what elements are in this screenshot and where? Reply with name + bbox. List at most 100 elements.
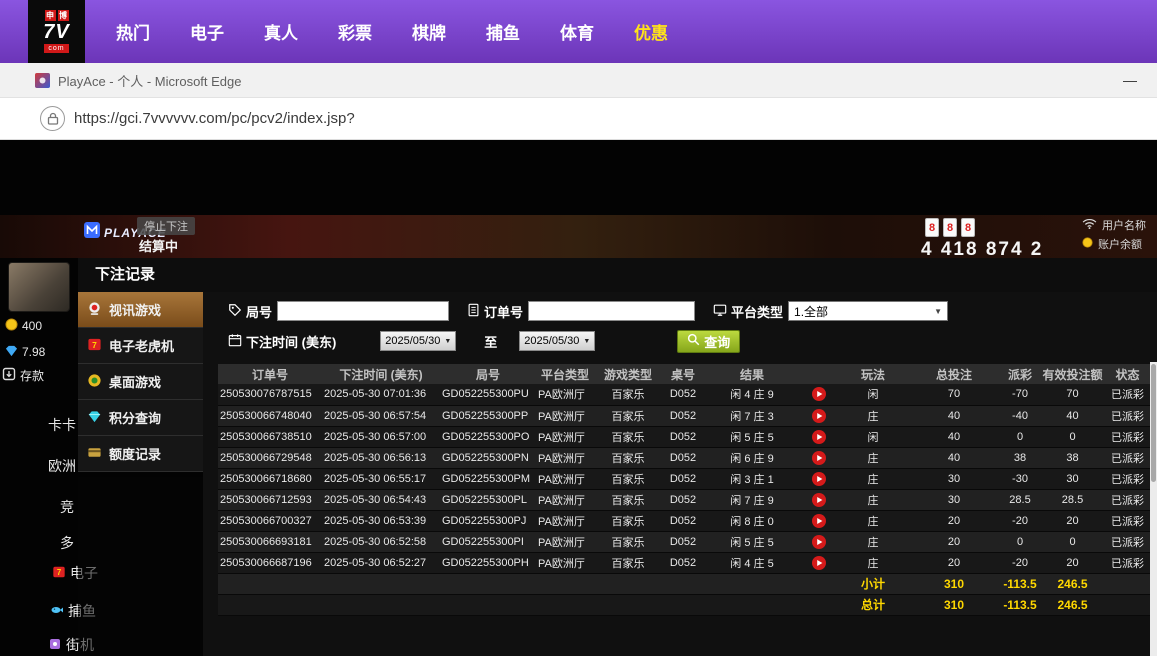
cell-replay — [800, 468, 838, 489]
cell-bet-type: 庄 — [838, 405, 908, 426]
date-to-select[interactable]: 2025/05/30 ▼ — [519, 331, 595, 351]
table-row: 2505300767875152025-05-30 07:01:36GD0522… — [218, 384, 1150, 405]
play-button[interactable] — [812, 556, 826, 570]
grand-total-row: 总计310-113.5246.5 — [218, 594, 1150, 615]
logo-domain: com — [44, 44, 68, 53]
points-icon — [87, 409, 102, 427]
coin-icon — [1082, 237, 1093, 251]
nav-item[interactable]: 真人 — [244, 19, 318, 44]
cell-game: 百家乐 — [594, 468, 662, 489]
cell-valid-bet: 28.5 — [1040, 489, 1105, 510]
play-button[interactable] — [812, 451, 826, 465]
play-button[interactable] — [812, 430, 826, 444]
site-logo[interactable]: 申 博 7V com — [28, 0, 85, 63]
page-sidebar-item[interactable]: 竞 — [60, 497, 74, 517]
grand-total-row-valid-bet: 246.5 — [1040, 594, 1105, 615]
modal-tab-额度记录[interactable]: 额度记录 — [78, 436, 203, 472]
column-header: 状态 — [1105, 364, 1150, 384]
lock-icon[interactable] — [40, 106, 65, 131]
cell-result: 闲 6 庄 9 — [704, 447, 800, 468]
page-sidebar-item[interactable]: 存款 — [2, 367, 44, 384]
minimize-button[interactable]: — — [1123, 72, 1137, 88]
svg-text:7: 7 — [57, 568, 62, 577]
cell-payout: 28.5 — [1000, 489, 1040, 510]
play-button[interactable] — [812, 514, 826, 528]
url-text[interactable]: https://gci.7vvvvvv.com/pc/pcv2/index.js… — [74, 110, 355, 127]
play-button[interactable] — [812, 409, 826, 423]
modal-tab-桌面游戏[interactable]: 桌面游戏 — [78, 364, 203, 400]
site-favicon-icon — [35, 73, 50, 88]
cell-platform: PA欧洲厅 — [536, 384, 594, 405]
modal-tab-电子老虎机[interactable]: 7电子老虎机 — [78, 328, 203, 364]
cell-status: 已派彩 — [1105, 489, 1150, 510]
scrollbar[interactable] — [1150, 362, 1157, 656]
cell-total-bet: 70 — [908, 384, 1000, 405]
order-input[interactable] — [528, 301, 695, 321]
date-from-select[interactable]: 2025/05/30 ▼ — [380, 331, 456, 351]
nav-item[interactable]: 电子 — [170, 19, 244, 44]
avatar[interactable] — [8, 262, 70, 312]
page-sidebar-item[interactable]: 欧洲 — [48, 456, 76, 476]
cell-result: 闲 7 庄 3 — [704, 405, 800, 426]
play-button[interactable] — [812, 472, 826, 486]
play-button[interactable] — [812, 535, 826, 549]
table-row: 2505300667003272025-05-30 06:53:39GD0522… — [218, 510, 1150, 531]
platform-select-value: 1.全部 — [794, 303, 828, 320]
cell-round: GD052255300PO — [440, 426, 536, 447]
cell-status: 已派彩 — [1105, 447, 1150, 468]
page-sidebar-item[interactable]: 卡卡 — [48, 415, 76, 435]
page-sidebar-item[interactable]: 多 — [60, 533, 74, 553]
modal-tab-视讯游戏[interactable]: 视讯游戏 — [78, 292, 203, 328]
cell-bet-type: 庄 — [838, 489, 908, 510]
cell-valid-bet: 0 — [1040, 531, 1105, 552]
play-button[interactable] — [812, 493, 826, 507]
play-button[interactable] — [812, 387, 826, 401]
grand-total-row-total-bet: 310 — [908, 594, 1000, 615]
page-sidebar-item[interactable]: 7.98 — [5, 344, 45, 360]
search-button[interactable]: 查询 — [677, 330, 740, 353]
order-icon — [467, 303, 480, 320]
cell-valid-bet: 40 — [1040, 405, 1105, 426]
cell-table: D052 — [662, 552, 704, 573]
nav-item[interactable]: 体育 — [540, 19, 614, 44]
cell-game: 百家乐 — [594, 384, 662, 405]
round-label: 局号 — [246, 302, 272, 321]
cell-round: GD052255300PH — [440, 552, 536, 573]
cell-payout: 0 — [1000, 531, 1040, 552]
screen: 申 博 7V com 热门电子真人彩票棋牌捕鱼体育优惠 PlayAce - 个人… — [0, 0, 1157, 656]
cell-platform: PA欧洲厅 — [536, 405, 594, 426]
subtotal-row: 小计310-113.5246.5 — [218, 573, 1150, 594]
cell-table: D052 — [662, 426, 704, 447]
nav-item[interactable]: 彩票 — [318, 19, 392, 44]
modal-tab-积分查询[interactable]: 积分查询 — [78, 400, 203, 436]
page-sidebar-item[interactable]: 400 — [5, 318, 42, 334]
cell-status: 已派彩 — [1105, 384, 1150, 405]
table-row: 2505300667186802025-05-30 06:55:17GD0522… — [218, 468, 1150, 489]
column-header: 游戏类型 — [594, 364, 662, 384]
nav-item[interactable]: 热门 — [96, 19, 170, 44]
arcade-icon — [48, 637, 62, 654]
nav-item[interactable]: 捕鱼 — [466, 19, 540, 44]
wifi-icon — [1082, 218, 1097, 232]
account-info: 用户名称 账户余额 — [1082, 217, 1146, 252]
page-sidebar-item-label: 多 — [60, 533, 74, 553]
cell-payout: -70 — [1000, 384, 1040, 405]
cell-result: 闲 4 庄 5 — [704, 552, 800, 573]
cell-table: D052 — [662, 384, 704, 405]
column-header: 有效投注额 — [1040, 364, 1105, 384]
cell-game: 百家乐 — [594, 447, 662, 468]
modal-tab-label: 电子老虎机 — [109, 336, 174, 355]
table-row: 2505300667125932025-05-30 06:54:43GD0522… — [218, 489, 1150, 510]
round-input[interactable] — [277, 301, 449, 321]
cell-order: 250530066687196 — [218, 552, 322, 573]
cell-time: 2025-05-30 06:57:54 — [322, 405, 440, 426]
column-header-replay — [800, 364, 838, 384]
scrollbar-thumb[interactable] — [1151, 364, 1156, 482]
column-header: 订单号 — [218, 364, 322, 384]
nav-item[interactable]: 棋牌 — [392, 19, 466, 44]
cell-order: 250530066738510 — [218, 426, 322, 447]
modal-tab-label: 视讯游戏 — [109, 300, 161, 319]
platform-select[interactable]: 1.全部 ▼ — [788, 301, 948, 321]
cell-round: GD052255300PL — [440, 489, 536, 510]
nav-item[interactable]: 优惠 — [614, 19, 688, 44]
